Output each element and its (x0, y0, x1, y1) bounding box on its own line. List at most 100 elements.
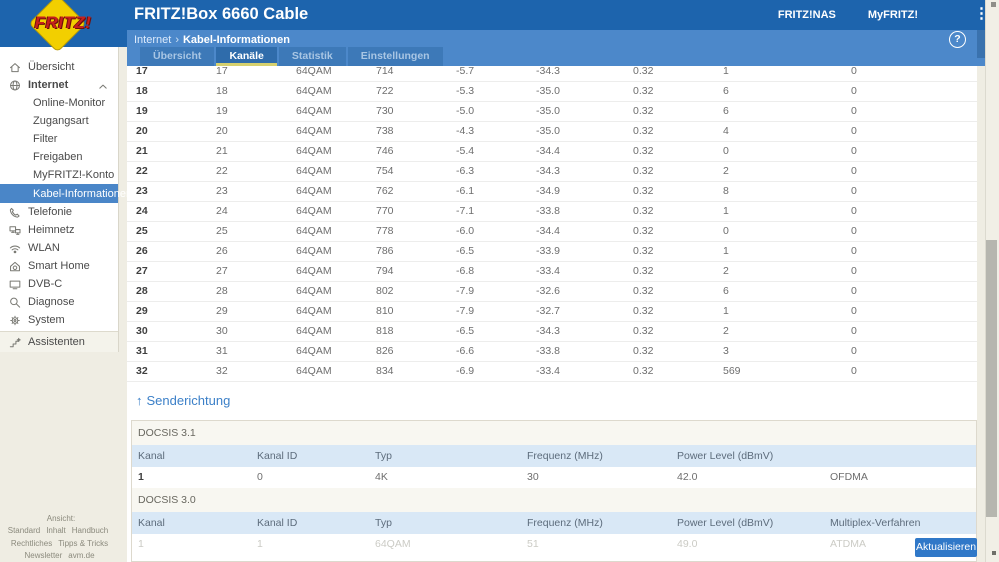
scrollbar-thumb[interactable] (986, 240, 997, 517)
sidebar-item-heimnetz[interactable]: Heimnetz (0, 221, 118, 239)
column-header: Typ (375, 517, 392, 529)
sidebar-item-zugangsart[interactable]: Zugangsart (0, 112, 118, 130)
help-icon[interactable]: ? (949, 31, 966, 48)
footer-link-inhalt[interactable]: Inhalt (46, 526, 66, 535)
sidebar-item-wlan[interactable]: WLAN (0, 239, 118, 257)
sidebar-item-assistenten[interactable]: Assistenten (0, 331, 118, 352)
fritz-logo: FRITZ! (34, 13, 92, 32)
sidebar-item-dvb-c[interactable]: DVB-C (0, 275, 118, 293)
footer-line: Ansicht: Standard Inhalt Handbuch (0, 513, 119, 538)
column-header (830, 445, 976, 467)
table-cell: 0.32 (633, 365, 654, 377)
refresh-button[interactable]: Aktualisieren (915, 538, 977, 557)
table-cell: -34.9 (536, 185, 560, 197)
table-cell: 30 (216, 325, 228, 337)
table-cell: 30 (527, 471, 539, 483)
table-cell: 738 (376, 125, 394, 137)
table-cell: 4K (375, 471, 388, 483)
table-cell: 1 (257, 538, 263, 550)
breadcrumb-section[interactable]: Internet (134, 34, 171, 46)
table-cell: 0.32 (633, 285, 654, 297)
table-cell: 18 (136, 85, 148, 97)
table-cell: 2 (723, 165, 729, 177)
sidebar-item-system[interactable]: System (0, 311, 118, 329)
footer-link-rechtliches[interactable]: Rechtliches (11, 539, 52, 548)
table-cell: 746 (376, 145, 394, 157)
column-header: Kanal (138, 517, 165, 529)
table-cell: 42.0 (677, 471, 698, 483)
table-cell: 64QAM (296, 185, 332, 197)
tab-statistik[interactable]: Statistik (278, 47, 346, 66)
table-cell: 64QAM (296, 325, 332, 337)
logo-block[interactable]: FRITZ! (0, 0, 127, 53)
table-cell: 64QAM (296, 265, 332, 277)
table-cell: 0 (851, 325, 857, 337)
table-cell: 0 (851, 225, 857, 237)
band-edge (977, 30, 985, 58)
sidebar-item-label: Telefonie (28, 206, 73, 218)
table-cell: 64QAM (296, 205, 332, 217)
table-cell: 0 (723, 145, 729, 157)
sidebar-item-internet[interactable]: Internet (0, 76, 118, 94)
table-cell: 3 (723, 345, 729, 357)
table-cell: -5.4 (456, 145, 475, 157)
footer-link-tipps-tricks[interactable]: Tipps & Tricks (58, 539, 108, 548)
table-cell: 24 (216, 205, 228, 217)
tab-bersicht[interactable]: Übersicht (140, 47, 215, 66)
table-cell: 0 (851, 205, 857, 217)
table-cell: 49.0 (677, 538, 698, 550)
table-cell: 23 (216, 185, 228, 197)
page-title: FRITZ!Box 6660 Cable (134, 5, 309, 23)
column-header: Frequenz (MHz) (527, 517, 603, 529)
table-cell: 802 (376, 285, 394, 297)
table-row: 29 29 64QAM 810 -7.9 -32.7 0.32 1 0 (127, 302, 977, 322)
table-cell: 0.32 (633, 205, 654, 217)
wifi-icon (8, 242, 23, 255)
sidebar-item-online-monitor[interactable]: Online-Monitor (0, 94, 118, 112)
table-cell: 64QAM (296, 125, 332, 137)
sidebar-item-label: Freigaben (33, 151, 83, 163)
table-cell: 0.32 (633, 165, 654, 177)
sidebar-item-bersicht[interactable]: Übersicht (0, 58, 118, 76)
table-cell: 2 (723, 325, 729, 337)
footer-link-newsletter[interactable]: Newsletter (24, 551, 62, 560)
table-cell: 64QAM (296, 225, 332, 237)
header-link-myfritz[interactable]: MyFRITZ! (868, 9, 918, 21)
table-cell: 31 (216, 345, 228, 357)
table-cell: 762 (376, 185, 394, 197)
table-cell: 0 (851, 66, 857, 77)
sidebar-item-kabel-informationen[interactable]: Kabel-Informationen (0, 184, 132, 203)
table-cell: 0.32 (633, 185, 654, 197)
breadcrumb: Internet › Kabel-Informationen (134, 34, 290, 46)
sidebar-item-label: DVB-C (28, 278, 63, 290)
sidebar-item-label: Zugangsart (33, 115, 89, 127)
table-row: 1 0 4K 30 42.0 OFDMA (132, 467, 976, 488)
table-cell: 6 (723, 85, 729, 97)
footer-link-handbuch[interactable]: Handbuch (72, 526, 108, 535)
sidebar-item-diagnose[interactable]: Diagnose (0, 293, 118, 311)
table-row: 30 30 64QAM 818 -6.5 -34.3 0.32 2 0 (127, 322, 977, 342)
table-cell: 0.32 (633, 325, 654, 337)
table-row: 23 23 64QAM 762 -6.1 -34.9 0.32 8 0 (127, 182, 977, 202)
wizard-icon (8, 336, 23, 349)
table-cell: -4.3 (456, 125, 475, 137)
table-row: 1 1 64QAM 51 49.0 ATDMA (132, 534, 976, 555)
table-cell: 25 (216, 225, 228, 237)
table-cell: 0 (723, 225, 729, 237)
sidebar-item-filter[interactable]: Filter (0, 130, 118, 148)
sidebar-item-freigaben[interactable]: Freigaben (0, 148, 118, 166)
footer-link-avm-de[interactable]: avm.de (68, 551, 94, 560)
header-link-fritz-nas[interactable]: FRITZ!NAS (778, 9, 836, 21)
table-cell: -33.4 (536, 265, 560, 277)
chevron-up-icon (96, 80, 110, 93)
sidebar-item-myfritz-konto[interactable]: MyFRITZ!-Konto (0, 166, 118, 184)
column-header: Power Level (dBmV) (677, 517, 774, 529)
tab-einstellungen[interactable]: Einstellungen (347, 47, 443, 66)
tab-kan-le[interactable]: Kanäle (216, 47, 277, 66)
table-cell: 22 (216, 165, 228, 177)
table-row: 27 27 64QAM 794 -6.8 -33.4 0.32 2 0 (127, 262, 977, 282)
sidebar-item-telefonie[interactable]: Telefonie (0, 203, 118, 221)
table-row: 21 21 64QAM 746 -5.4 -34.4 0.32 0 0 (127, 142, 977, 162)
sidebar-item-smart-home[interactable]: Smart Home (0, 257, 118, 275)
table-cell: 64QAM (296, 145, 332, 157)
